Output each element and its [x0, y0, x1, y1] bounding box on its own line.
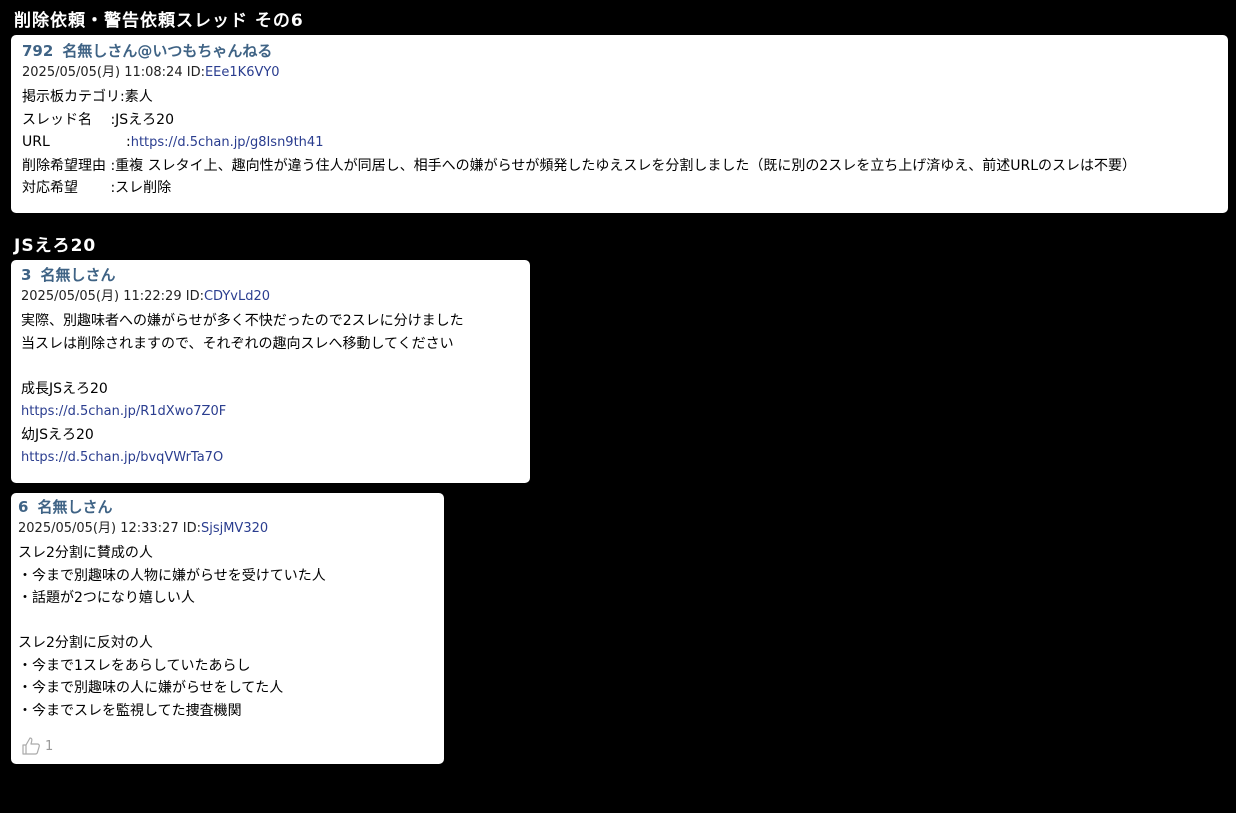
post-body: 掲示板カテゴリ:素人 スレッド名 :JSえろ20 URL:https://d.5…: [22, 86, 1217, 200]
url-row: URL:https://d.5chan.jp/g8Isn9th41: [22, 131, 1217, 155]
post-meta: 2025/05/05(月) 11:08:24 ID:EEe1K6VY0: [22, 64, 1217, 82]
post-number[interactable]: 792: [22, 42, 53, 60]
post-datetime: 2025/05/05(月) 11:22:29: [21, 289, 182, 304]
thread-link-young[interactable]: https://d.5chan.jp/bvqVWrTa7O: [21, 450, 223, 465]
body-line: ・今までスレを監視してた捜査機関: [18, 702, 242, 719]
link2-label: 幼JSえろ20: [21, 426, 94, 443]
id-label: ID:: [186, 65, 205, 80]
thread-name-key: スレッド名 :: [22, 111, 116, 128]
poster-id[interactable]: EEe1K6VY0: [205, 65, 280, 80]
like-button[interactable]: 1: [18, 736, 437, 756]
body-line: スレ2分割に賛成の人: [18, 545, 153, 561]
poster-name: 名無しさん@いつもちゃんねる: [62, 42, 273, 60]
poster-name: 名無しさん: [37, 498, 113, 516]
poster-id[interactable]: CDYvLd20: [204, 289, 270, 304]
post-header: 6 名無しさん: [18, 497, 437, 517]
action-value: スレ削除: [115, 180, 172, 196]
category-value: 素人: [124, 89, 153, 105]
body-line: ・今まで1スレをあらしていたあらし: [18, 657, 251, 674]
link1-row: https://d.5chan.jp/R1dXwo7Z0F: [21, 400, 520, 424]
category-key: 掲示板カテゴリ:: [22, 89, 125, 105]
post-meta: 2025/05/05(月) 11:22:29 ID:CDYvLd20: [21, 288, 520, 306]
post-6: 6 名無しさん 2025/05/05(月) 12:33:27 ID:SjsjMV3…: [11, 493, 444, 764]
reason-value: 重複 スレタイ上、趣向性が違う住人が同居し、相手への嫌がらせが頻発したゆえスレを…: [115, 157, 1137, 174]
post-datetime: 2025/05/05(月) 11:08:24: [22, 65, 183, 80]
post-header: 3 名無しさん: [21, 265, 520, 285]
poster-id[interactable]: SjsjMV320: [201, 521, 268, 536]
id-label: ID:: [182, 521, 201, 536]
body-line: スレ2分割に反対の人: [18, 635, 153, 651]
post-body: 実際、別趣味者への嫌がらせが多く不快だったので2スレに分けました 当スレは削除さ…: [21, 310, 520, 470]
reason-row: 削除希望理由 :重複 スレタイ上、趣向性が違う住人が同居し、相手への嫌がらせが頻…: [22, 155, 1217, 178]
body-line: 実際、別趣味者への嫌がらせが多く不快だったので2スレに分けました: [21, 313, 464, 329]
page: 削除依頼・警告依頼スレッド その6 792 名無しさん@いつもちゃんねる 2025…: [0, 0, 1236, 813]
url-key: URL: [22, 134, 50, 150]
post-3: 3 名無しさん 2025/05/05(月) 11:22:29 ID:CDYvLd2…: [11, 260, 530, 483]
post-datetime: 2025/05/05(月) 12:33:27: [18, 521, 179, 536]
like-count: 1: [45, 738, 54, 754]
body-line: ・今まで別趣味の人物に嫌がらせを受けていた人: [18, 567, 326, 584]
post-body: スレ2分割に賛成の人 ・今まで別趣味の人物に嫌がらせを受けていた人 ・話題が2つ…: [18, 542, 437, 722]
thread-link-growth[interactable]: https://d.5chan.jp/R1dXwo7Z0F: [21, 404, 226, 419]
link1-label: 成長JSえろ20: [21, 380, 108, 397]
body-line: 当スレは削除されますので、それぞれの趣向スレへ移動してください: [21, 335, 454, 352]
link2-row: https://d.5chan.jp/bvqVWrTa7O: [21, 446, 520, 470]
reason-key: 削除希望理由 :: [22, 157, 116, 174]
post-meta: 2025/05/05(月) 12:33:27 ID:SjsjMV320: [18, 520, 437, 538]
post-792: 792 名無しさん@いつもちゃんねる 2025/05/05(月) 11:08:24…: [11, 35, 1228, 213]
body-line: ・話題が2つになり嬉しい人: [18, 590, 195, 606]
action-row: 対応希望 :スレ削除: [22, 177, 1217, 200]
thread-title-deletion-requests[interactable]: 削除依頼・警告依頼スレッド その6: [14, 11, 304, 31]
post-number[interactable]: 3: [21, 266, 31, 284]
thread-url-link[interactable]: https://d.5chan.jp/g8Isn9th41: [131, 135, 324, 150]
thread-name-row: スレッド名 :JSえろ20: [22, 109, 1217, 132]
thumbs-up-icon: [21, 736, 41, 756]
thread-name-value: JSえろ20: [115, 111, 175, 128]
body-line: ・今まで別趣味の人に嫌がらせをしてた人: [18, 680, 284, 696]
id-label: ID:: [185, 289, 204, 304]
action-key: 対応希望 :: [22, 180, 116, 196]
post-number[interactable]: 6: [18, 498, 28, 516]
category-row: 掲示板カテゴリ:素人: [22, 86, 1217, 109]
thread-title-js20[interactable]: JSえろ20: [14, 236, 96, 256]
post-header: 792 名無しさん@いつもちゃんねる: [22, 41, 1217, 61]
poster-name: 名無しさん: [40, 266, 116, 284]
